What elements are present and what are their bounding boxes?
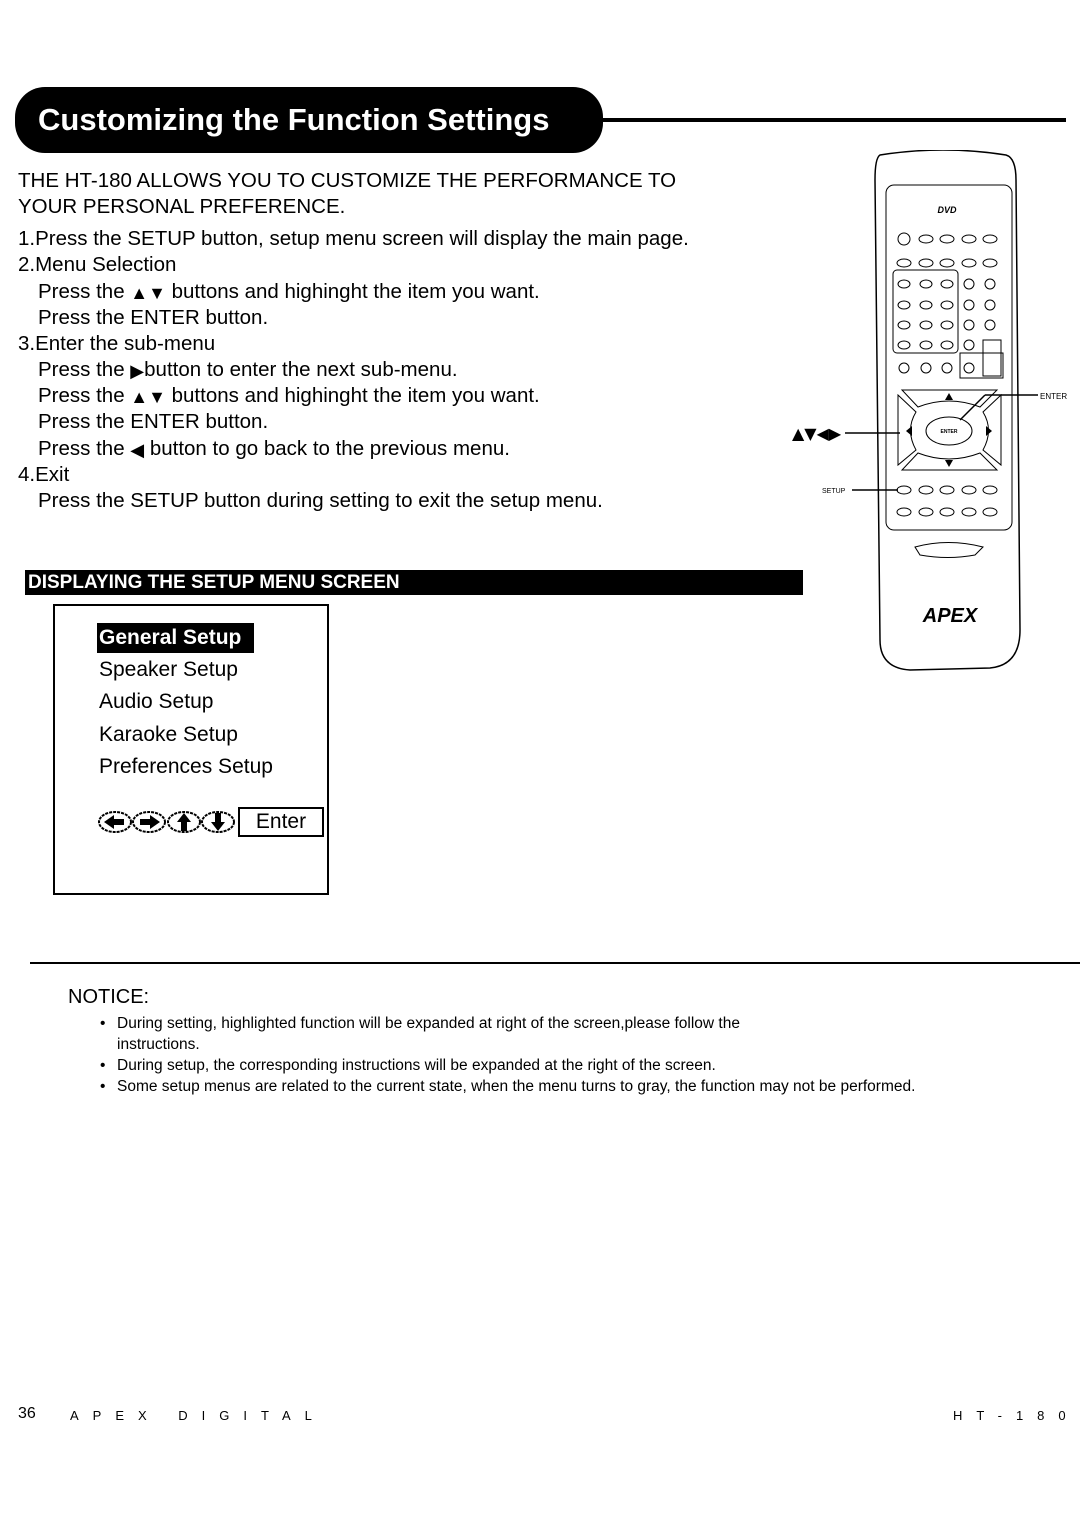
enter-button[interactable]: Enter bbox=[238, 807, 324, 837]
menu-item-karaoke-setup[interactable]: Karaoke Setup bbox=[99, 720, 238, 750]
text: Press the bbox=[38, 280, 131, 303]
step-1: 1.Press the SETUP button, setup menu scr… bbox=[18, 227, 689, 250]
menu-item-general-setup[interactable]: General Setup bbox=[97, 623, 255, 653]
text: Press the bbox=[38, 358, 131, 381]
divider bbox=[30, 962, 1080, 964]
menu-item-audio-setup[interactable]: Audio Setup bbox=[99, 687, 213, 717]
footer-brand: APEX DIGITAL bbox=[70, 1408, 326, 1423]
step-2: 2.Menu Selection bbox=[18, 253, 177, 276]
bullet-icon: • bbox=[100, 1015, 106, 1032]
section-heading: DISPLAYING THE SETUP MENU SCREEN bbox=[25, 570, 803, 595]
nav-arrow-icons bbox=[98, 811, 235, 833]
manual-page: Customizing the Function Settings THE HT… bbox=[0, 0, 1080, 1527]
page-title: Customizing the Function Settings bbox=[15, 87, 603, 153]
step-2a: Press the ▲▼ buttons and highinght the i… bbox=[38, 280, 540, 305]
setup-callout: SETUP bbox=[822, 488, 846, 495]
intro-line: THE HT-180 ALLOWS YOU TO CUSTOMIZE THE P… bbox=[18, 169, 677, 192]
notice-heading: NOTICE: bbox=[68, 986, 150, 1008]
arrow-keys-callout-icon: ▲▼◀▶ bbox=[792, 424, 842, 443]
step-3a: Press the ▶button to enter the next sub-… bbox=[38, 358, 458, 383]
text: button to enter the next sub-menu. bbox=[144, 358, 458, 381]
notice-bullet: Some setup menus are related to the curr… bbox=[117, 1078, 916, 1095]
remote-enter-key: ENTER bbox=[941, 429, 958, 435]
bullet-icon: • bbox=[100, 1057, 106, 1074]
step-3d: Press the ◀ button to go back to the pre… bbox=[38, 437, 510, 462]
remote-control-illustration: DVD ENTER APEX ENTER ▲▼◀▶ SETUP bbox=[792, 150, 1067, 671]
notice-bullet-cont: instructions. bbox=[117, 1036, 200, 1053]
step-3: 3.Enter the sub-menu bbox=[18, 332, 216, 355]
step-2b: Press the ENTER button. bbox=[38, 306, 269, 329]
notice-bullet: During setup, the corresponding instruct… bbox=[117, 1057, 716, 1074]
text: Press the bbox=[38, 384, 131, 407]
title-rule bbox=[600, 118, 1066, 122]
intro-line: YOUR PERSONAL PREFERENCE. bbox=[18, 195, 346, 218]
up-down-arrow-icon: ▲▼ bbox=[130, 283, 166, 303]
bullet-icon: • bbox=[100, 1078, 106, 1095]
text: button to go back to the previous menu. bbox=[144, 437, 510, 460]
right-arrow-icon: ▶ bbox=[130, 361, 145, 381]
up-down-arrow-icon: ▲▼ bbox=[130, 387, 166, 407]
page-number: 36 bbox=[18, 1405, 36, 1422]
left-arrow-icon: ◀ bbox=[130, 440, 145, 460]
step-4: 4.Exit bbox=[18, 463, 70, 486]
apex-logo: APEX bbox=[922, 605, 979, 627]
step-4a: Press the SETUP button during setting to… bbox=[38, 489, 603, 512]
menu-item-preferences-setup[interactable]: Preferences Setup bbox=[99, 752, 273, 782]
text: Press the bbox=[38, 437, 131, 460]
text: buttons and highinght the item you want. bbox=[165, 280, 540, 303]
footer-model: HT-180 bbox=[953, 1408, 1080, 1423]
step-3b: Press the ▲▼ buttons and highinght the i… bbox=[38, 384, 540, 409]
menu-item-speaker-setup[interactable]: Speaker Setup bbox=[99, 655, 238, 685]
enter-callout: ENTER bbox=[1040, 392, 1067, 401]
svg-text:DVD: DVD bbox=[937, 205, 957, 215]
notice-bullet: During setting, highlighted function wil… bbox=[117, 1015, 740, 1032]
step-3c: Press the ENTER button. bbox=[38, 410, 269, 433]
text: buttons and highinght the item you want. bbox=[165, 384, 540, 407]
